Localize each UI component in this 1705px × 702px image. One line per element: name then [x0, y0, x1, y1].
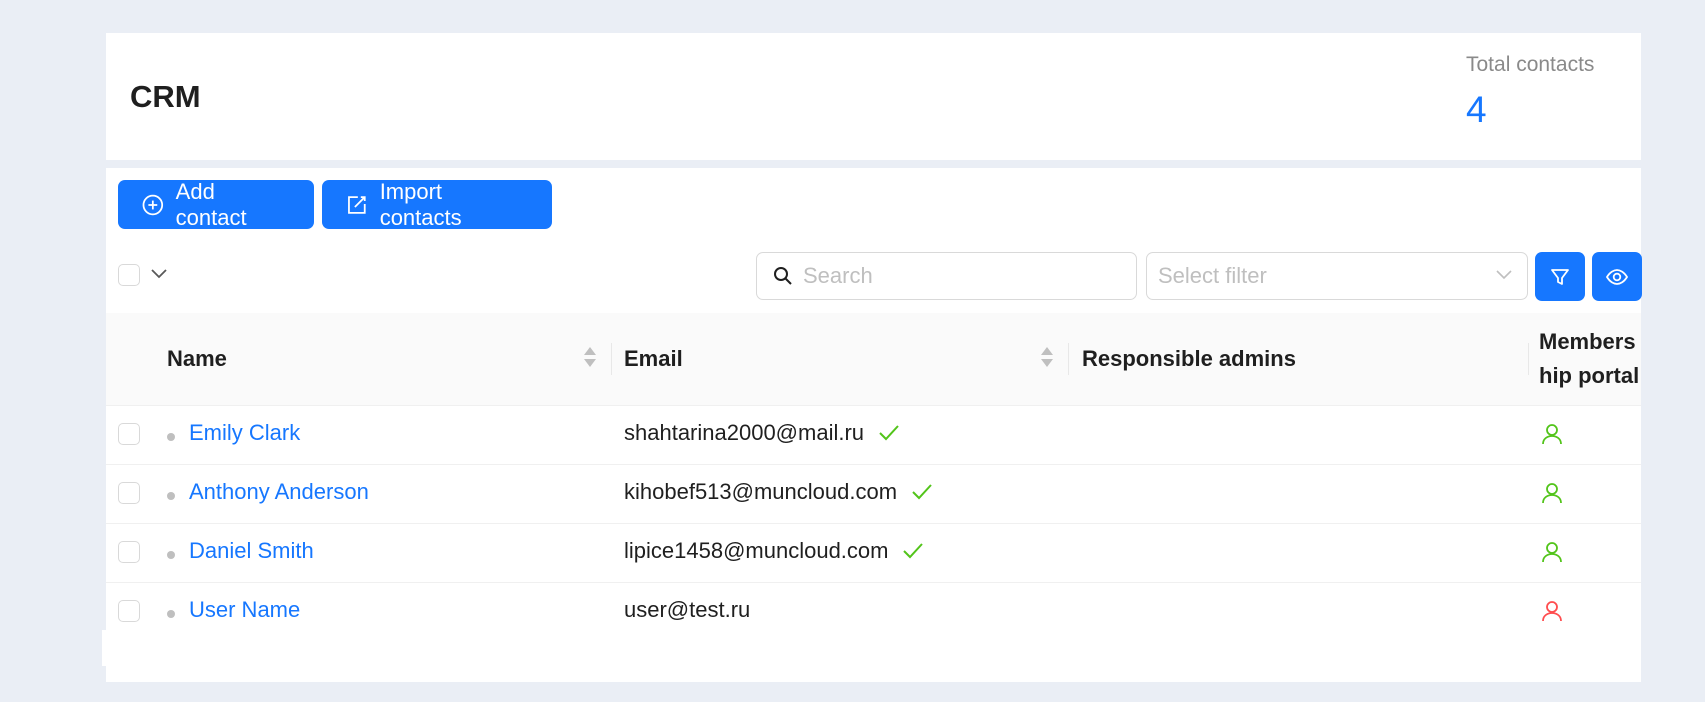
user-icon[interactable]	[1542, 600, 1562, 622]
filter-select[interactable]: Select filter	[1146, 252, 1528, 300]
status-dot	[167, 492, 175, 500]
contact-name-link[interactable]: Emily Clark	[189, 420, 300, 446]
stat-value: 4	[1466, 89, 1487, 130]
check-icon	[879, 425, 899, 441]
edit-square-icon	[348, 195, 366, 214]
import-contacts-button[interactable]: Import contacts	[322, 178, 552, 230]
table-row: Anthony Anderson kihobef513@muncloud.com	[106, 464, 1641, 524]
contact-name-link[interactable]: Daniel Smith	[189, 538, 314, 564]
eye-icon	[1605, 268, 1629, 285]
table-row: Daniel Smith lipice1458@muncloud.com	[106, 523, 1641, 583]
contact-name-link[interactable]: Anthony Anderson	[189, 479, 369, 505]
user-icon[interactable]	[1542, 482, 1562, 504]
funnel-icon	[1551, 268, 1569, 285]
add-contact-button[interactable]: Add contact	[118, 178, 314, 230]
table-header: Name Email Responsible admins Members hi…	[106, 313, 1641, 406]
row-checkbox[interactable]	[118, 482, 140, 504]
user-icon[interactable]	[1542, 423, 1562, 445]
search-input[interactable]	[801, 262, 1105, 290]
row-checkbox[interactable]	[118, 600, 140, 622]
select-all-checkbox[interactable]	[118, 264, 140, 286]
chevron-down-icon	[1496, 270, 1512, 280]
view-button[interactable]	[1592, 252, 1642, 301]
table-footer	[102, 630, 1641, 666]
column-header-admins: Responsible admins	[1082, 346, 1296, 371]
page-title: CRM	[130, 79, 201, 114]
status-dot	[167, 610, 175, 618]
header-card: CRM Total contacts 4	[106, 33, 1641, 160]
status-dot	[167, 433, 175, 441]
contacts-card: Add contact Import contacts Select filte…	[102, 168, 1642, 682]
contact-email: user@test.ru	[624, 597, 751, 622]
column-header-email[interactable]: Email	[624, 313, 683, 405]
sort-icon[interactable]	[583, 345, 597, 369]
row-checkbox[interactable]	[118, 541, 140, 563]
column-divider	[1528, 343, 1529, 375]
user-icon[interactable]	[1542, 541, 1562, 563]
check-icon	[912, 484, 932, 500]
chevron-down-icon[interactable]	[150, 266, 168, 280]
filter-button[interactable]	[1535, 252, 1585, 301]
column-header-membership-portal: Members hip portal	[1539, 329, 1640, 388]
total-contacts-stat: Total contacts 4	[1466, 53, 1594, 131]
check-icon	[903, 543, 924, 559]
import-contacts-label: Import contacts	[379, 178, 462, 230]
column-divider	[611, 343, 612, 375]
column-header-name[interactable]: Name	[167, 313, 227, 405]
table-row: Emily Clark shahtarina2000@mail.ru	[106, 405, 1641, 465]
search-icon	[774, 267, 792, 285]
contact-email: kihobef513@muncloud.com	[624, 479, 933, 505]
column-divider	[1068, 343, 1069, 375]
sort-icon[interactable]	[1040, 345, 1054, 369]
add-contact-label: Add contact	[175, 178, 247, 230]
filter-placeholder: Select filter	[1158, 263, 1267, 288]
contact-email: lipice1458@muncloud.com	[624, 538, 924, 564]
contact-email: shahtarina2000@mail.ru	[624, 420, 900, 446]
contact-name-link[interactable]: User Name	[189, 597, 300, 623]
plus-circle-icon	[142, 194, 164, 215]
row-checkbox[interactable]	[118, 423, 140, 445]
stat-label: Total contacts	[1466, 53, 1595, 76]
status-dot	[167, 551, 175, 559]
search-box[interactable]	[756, 252, 1137, 300]
